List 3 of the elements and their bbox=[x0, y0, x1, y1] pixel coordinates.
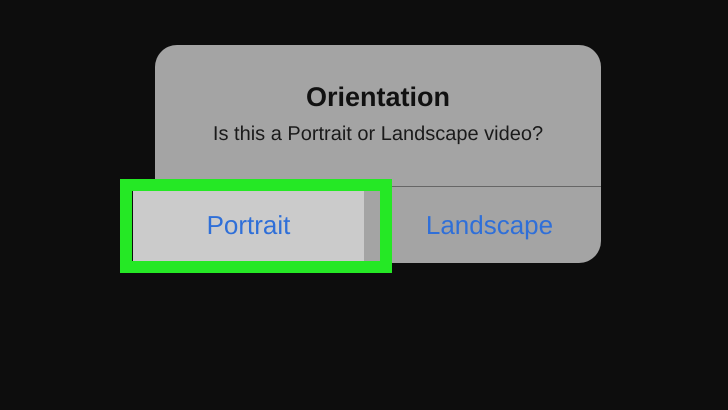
dialog-title: Orientation bbox=[304, 81, 451, 114]
dialog-message: Is this a Portrait or Landscape video? bbox=[212, 122, 544, 148]
dialog-button[interactable]: Landscape bbox=[378, 187, 601, 263]
